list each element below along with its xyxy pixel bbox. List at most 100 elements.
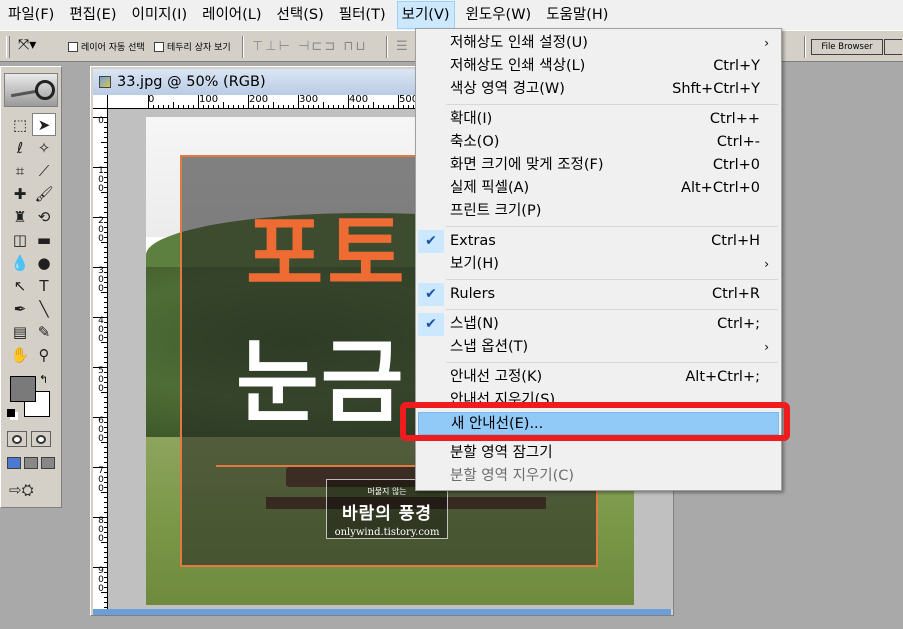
- divider: [242, 36, 244, 58]
- menu-item-shortcut: Alt+Ctrl+0: [681, 180, 760, 196]
- hand-tool-icon[interactable]: ✋: [8, 343, 32, 366]
- menu-item-proof-setup[interactable]: 저해상도 인쇄 설정(U) ›: [418, 32, 779, 55]
- ruler-tick: [104, 412, 107, 413]
- menu-item-gamut-warning[interactable]: 색상 영역 경고(W) Shft+Ctrl+Y: [418, 78, 779, 101]
- magic-wand-tool-icon[interactable]: ✧: [32, 136, 56, 159]
- gradient-tool-icon[interactable]: ▬: [32, 228, 56, 251]
- dodge-tool-icon[interactable]: ●: [32, 251, 56, 274]
- menu-item-proof-colors[interactable]: 저해상도 인쇄 색상(L) Ctrl+Y: [418, 55, 779, 78]
- ruler-tick: [104, 532, 107, 533]
- ruler-label: 100: [199, 95, 219, 105]
- brush-tool-icon[interactable]: 🖌: [32, 182, 56, 205]
- menu-item-print-size[interactable]: 프린트 크기(P): [418, 200, 779, 223]
- menu-item-show[interactable]: 보기(H) ›: [418, 253, 779, 276]
- full-screen-menu-button[interactable]: [24, 457, 38, 469]
- history-brush-tool-icon[interactable]: ⟲: [32, 205, 56, 228]
- menu-item-lock-slices[interactable]: 분할 영역 잠그기: [418, 442, 779, 465]
- ruler-tick: [101, 242, 107, 243]
- ruler-tick: [238, 105, 239, 108]
- eraser-tool-icon[interactable]: ◫: [8, 228, 32, 251]
- show-bounding-box-label: 테두리 상자 보기: [167, 43, 231, 53]
- menu-item-snap[interactable]: ✔ 스냅(N) Ctrl+;: [418, 313, 779, 336]
- ruler-tick: [93, 317, 107, 318]
- ruler-tick: [104, 227, 107, 228]
- swap-colors-icon[interactable]: ↰: [39, 373, 48, 386]
- menu-item-lock-guides[interactable]: 안내선 고정(K) Alt+Ctrl+;: [418, 366, 779, 389]
- menu-item-actual-pixels[interactable]: 실제 픽셀(A) Alt+Ctrl+0: [418, 177, 779, 200]
- full-screen-button[interactable]: [41, 457, 55, 469]
- jump-to-imageready-icon[interactable]: ⇨⛭: [9, 481, 34, 499]
- palette-well-tab[interactable]: [884, 39, 902, 55]
- lasso-tool-icon[interactable]: ℓ: [8, 136, 32, 159]
- menu-edit[interactable]: 편집(E): [65, 1, 120, 29]
- pen-tool-icon[interactable]: ✒: [8, 297, 32, 320]
- menu-image[interactable]: 이미지(I): [128, 1, 192, 29]
- type-tool-icon[interactable]: T: [32, 274, 56, 297]
- auto-select-layer-checkbox[interactable]: 레이어 자동 선택: [68, 40, 145, 53]
- ruler-tick: [203, 105, 204, 108]
- ruler-tick: [308, 105, 309, 108]
- move-tool-icon[interactable]: ➤: [32, 113, 56, 136]
- distribute-buttons-icon[interactable]: ☰: [396, 39, 410, 54]
- marquee-tool-icon[interactable]: ⬚: [8, 113, 32, 136]
- vertical-ruler[interactable]: 0 1 0 0 2 0 0 3 0 0 4 0 0 5 0 0 6 0 0 7 …: [93, 109, 108, 615]
- ruler-tick: [193, 105, 194, 108]
- slice-tool-icon[interactable]: ⟋: [32, 159, 56, 182]
- ruler-tick: [373, 102, 374, 108]
- menu-help[interactable]: 도움말(H): [542, 1, 612, 29]
- notes-tool-icon[interactable]: ▤: [8, 320, 32, 343]
- ruler-label: 200: [249, 95, 269, 105]
- menu-item-rulers[interactable]: ✔ Rulers Ctrl+R: [418, 283, 779, 306]
- stamp-tool-icon[interactable]: ♜: [8, 205, 32, 228]
- ruler-origin[interactable]: [93, 95, 108, 109]
- ruler-tick: [104, 402, 107, 403]
- ruler-tick: [328, 105, 329, 108]
- foreground-color-swatch[interactable]: [10, 376, 36, 402]
- move-tool-icon[interactable]: ⤧▾: [18, 37, 36, 53]
- align-buttons-icon[interactable]: ⊤⊥⊢ ⊣⊏⊐ ⊓⊔: [252, 39, 368, 54]
- menu-item-extras[interactable]: ✔ Extras Ctrl+H: [418, 230, 779, 253]
- menu-view[interactable]: 보기(V): [396, 1, 455, 29]
- menu-item-zoom-in[interactable]: 확대(I) Ctrl++: [418, 108, 779, 131]
- ruler-label: 400: [349, 95, 369, 105]
- ruler-tick: [104, 302, 107, 303]
- ruler-tick: [104, 222, 107, 223]
- standard-mode-button[interactable]: [7, 431, 27, 447]
- menu-item-label: Extras: [450, 233, 496, 249]
- checkbox-box[interactable]: [68, 41, 78, 52]
- photoshop-logo[interactable]: [4, 73, 58, 107]
- menu-item-fit-on-screen[interactable]: 화면 크기에 맞게 조정(F) Ctrl+0: [418, 154, 779, 177]
- toolbar-grip[interactable]: [6, 36, 10, 58]
- ruler-tick: [273, 102, 274, 108]
- file-browser-tab[interactable]: File Browser: [811, 39, 883, 55]
- line-tool-icon[interactable]: ╲: [32, 297, 56, 320]
- blur-tool-icon[interactable]: 💧: [8, 251, 32, 274]
- horizontal-scrollbar[interactable]: [93, 609, 671, 615]
- menu-filter[interactable]: 필터(T): [335, 1, 390, 29]
- menu-layer[interactable]: 레이어(L): [198, 1, 265, 29]
- menu-item-label: 스냅 옵션(T): [450, 339, 529, 355]
- ruler-tick: [104, 187, 107, 188]
- quick-mask-mode-button[interactable]: [31, 431, 51, 447]
- ruler-tick: [104, 237, 107, 238]
- menu-item-snap-to[interactable]: 스냅 옵션(T) ›: [418, 336, 779, 359]
- ruler-tick: [104, 362, 107, 363]
- crop-tool-icon[interactable]: ⌗: [8, 159, 32, 182]
- show-bounding-box-checkbox[interactable]: 테두리 상자 보기: [154, 40, 231, 53]
- ruler-tick: [104, 127, 107, 128]
- menu-item-zoom-out[interactable]: 축소(O) Ctrl+-: [418, 131, 779, 154]
- zoom-tool-icon[interactable]: ⚲: [32, 343, 56, 366]
- path-selection-tool-icon[interactable]: ↖: [8, 274, 32, 297]
- ruler-tick: [283, 105, 284, 108]
- screen-modes: [7, 457, 55, 469]
- default-colors-icon[interactable]: [7, 409, 15, 417]
- menu-select[interactable]: 선택(S): [273, 1, 328, 29]
- standard-screen-button[interactable]: [7, 457, 21, 469]
- eyedropper-tool-icon[interactable]: ✎: [32, 320, 56, 343]
- checkbox-box[interactable]: [154, 41, 164, 52]
- menu-window[interactable]: 윈도우(W): [462, 1, 536, 29]
- healing-brush-tool-icon[interactable]: ✚: [8, 182, 32, 205]
- ruler-tick: [101, 492, 107, 493]
- menu-file[interactable]: 파일(F): [4, 1, 58, 29]
- ruler-tick: [183, 105, 184, 108]
